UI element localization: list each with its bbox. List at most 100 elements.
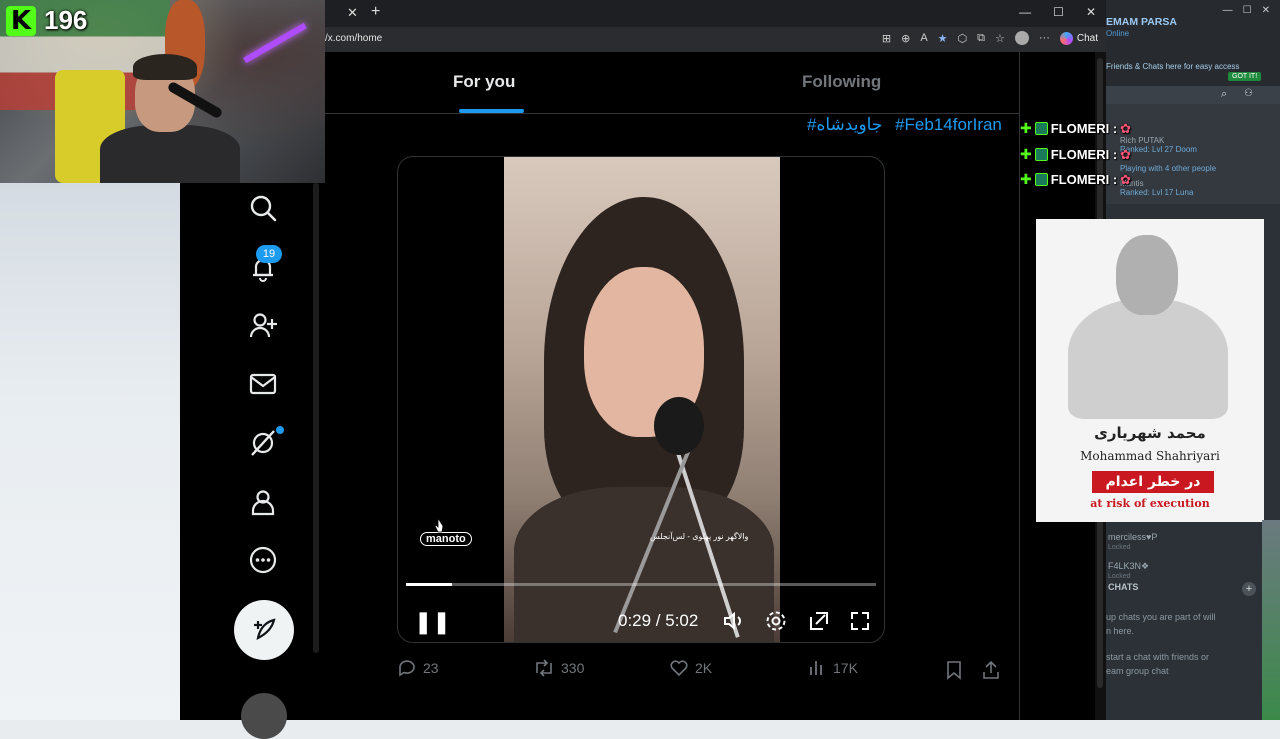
chat-message: ✚ FLOMERI : ✿ (1020, 120, 1131, 137)
kick-viewer-badge: K 196 (6, 5, 87, 36)
copilot-icon (1059, 31, 1073, 45)
view-count: 17K (833, 660, 858, 676)
repost-icon (536, 659, 552, 677)
read-aloud-icon[interactable]: A (920, 32, 927, 44)
profile-icon[interactable] (1014, 31, 1029, 45)
tab-close-icon[interactable]: ✕ (347, 5, 358, 21)
bookmark-icon[interactable] (945, 660, 963, 680)
x-page: For you Following #جاویدشاه #Feb14forIra… (325, 52, 1106, 720)
url-field[interactable]: /x.com/home (325, 33, 382, 44)
video-caption: والاگهر نور پهلوی - لس‌آنجلس (650, 532, 749, 541)
chats-text-line: eam group chat (1106, 666, 1169, 676)
steam-status: Online (1106, 29, 1130, 38)
reply-icon (399, 660, 415, 677)
friend-status: Locked (1108, 544, 1131, 551)
friend-search-icon[interactable]: ⌕ (1221, 88, 1227, 101)
execution-awareness-card: محمد شهریاری Mohammad Shahriyari در خطر … (1036, 219, 1264, 522)
mouse-cursor-icon (434, 517, 444, 533)
more-ellipsis-icon[interactable] (248, 545, 278, 575)
follow-person-icon[interactable] (248, 310, 278, 340)
favorites-icon[interactable]: ☆ (995, 32, 1005, 45)
video-time: 0:29 / 5:02 (618, 611, 699, 630)
manoto-watermark: manoto (420, 532, 472, 546)
friend-item[interactable]: Rich PUTAK Ranked: Lvl 27 Doom (1120, 136, 1197, 154)
portrait-name-en: Mohammad Shahriyari (1080, 449, 1220, 463)
split-screen-icon[interactable]: ⧉ (977, 32, 985, 45)
messages-envelope-icon[interactable] (248, 369, 278, 399)
chats-text-line: n here. (1106, 626, 1135, 636)
sub-plus-icon: ✚ (1020, 120, 1032, 136)
share-icon[interactable] (981, 660, 1001, 680)
friend-list: Rich PUTAK Ranked: Lvl 27 Doom Playing w… (1106, 104, 1280, 204)
heart-icon (670, 660, 688, 677)
compose-post-button[interactable] (234, 600, 294, 660)
steam-close-icon[interactable]: ✕ (1262, 5, 1270, 16)
risk-label-en: at risk of execution (1090, 497, 1210, 510)
compose-feather-icon (254, 618, 276, 640)
friend-name[interactable]: merciless♥P (1108, 532, 1157, 542)
like-count: 2K (695, 660, 713, 676)
new-tab-icon[interactable]: + (371, 3, 380, 21)
browser-window: ✕ + — ☐ ✕ /x.com/home ⊞ ⊕ A ★ ⬡ ⧉ ☆ ··· … (325, 0, 1106, 720)
friend-name[interactable]: F4LK3N❖ (1108, 561, 1149, 572)
post-hashtags: #جاویدشاه #Feb14forIran (799, 115, 1002, 135)
close-window-icon[interactable]: ✕ (1086, 5, 1096, 19)
steam-username[interactable]: EMAM PARSA (1106, 16, 1177, 28)
flower-emote-icon: ✿ (1120, 146, 1132, 162)
search-icon[interactable] (248, 193, 278, 223)
got-it-button[interactable]: GOT IT! (1228, 72, 1262, 81)
app-available-icon[interactable]: ⊞ (882, 32, 891, 45)
reply-count: 23 (423, 660, 439, 676)
add-friend-icon[interactable]: ⚇ (1244, 88, 1253, 99)
favorite-star-icon[interactable]: ★ (938, 32, 948, 45)
reply-button[interactable]: 23 (397, 658, 439, 678)
steam-window-controls: — ☐ ✕ (1223, 5, 1270, 16)
friend-status: Locked (1108, 573, 1131, 580)
chats-text-line: up chats you are part of will (1106, 612, 1216, 622)
risk-label-fa: در خطر اعدام (1092, 471, 1214, 493)
friend-status: Ranked: Lvl 17 Luna (1120, 188, 1194, 197)
volume-icon[interactable] (722, 609, 746, 633)
friend-status: Ranked: Lvl 27 Doom (1120, 145, 1197, 154)
steam-maximize-icon[interactable]: ☐ (1243, 5, 1252, 16)
account-avatar[interactable] (241, 693, 287, 739)
friend-search-bar: ⌕ ⚇ (1106, 86, 1280, 104)
tab-following[interactable]: Following (802, 72, 881, 92)
fullscreen-icon[interactable] (848, 609, 872, 633)
maximize-icon[interactable]: ☐ (1053, 5, 1064, 19)
profile-person-icon[interactable] (248, 487, 278, 517)
grok-icon[interactable] (248, 428, 278, 458)
settings-menu-icon[interactable]: ··· (1039, 32, 1050, 44)
hashtag-feb14foriran[interactable]: #Feb14forIran (895, 115, 1002, 134)
like-button[interactable]: 2K (669, 658, 712, 678)
video-progress-track[interactable] (406, 583, 876, 586)
zoom-icon[interactable]: ⊕ (901, 32, 910, 45)
pause-icon[interactable]: ❚❚ (414, 609, 451, 635)
minimize-icon[interactable]: — (1019, 5, 1031, 19)
x-sidebar: 19 (180, 183, 325, 739)
steam-tip: Friends & Chats here for easy access (1106, 62, 1240, 71)
streamer-shirt (100, 125, 240, 183)
tab-for-you[interactable]: For you (453, 72, 515, 92)
steam-minimize-icon[interactable]: — (1223, 5, 1233, 16)
tab-bar: ✕ + — ☐ ✕ (325, 0, 1106, 27)
hashtag-javidshah[interactable]: #جاویدشاه (807, 115, 882, 134)
picture-in-picture-icon[interactable] (807, 609, 831, 633)
friend-status: Playing with 4 other people (1120, 164, 1217, 173)
copilot-chat-button[interactable]: Chat (1059, 31, 1098, 45)
extensions-icon[interactable]: ⬡ (958, 32, 968, 45)
views-button[interactable]: 17K (807, 658, 858, 678)
notifications-badge: 19 (256, 245, 282, 263)
sidebar-scrollbar[interactable] (313, 183, 319, 653)
video-player[interactable]: manoto والاگهر نور پهلوی - لس‌آنجلس ❚❚ 0… (397, 156, 885, 643)
user-badge-icon (1034, 122, 1048, 135)
chat-username: FLOMERI : (1050, 172, 1118, 187)
repost-button[interactable]: 330 (533, 658, 584, 678)
add-chat-icon[interactable]: + (1242, 582, 1256, 596)
chat-username: FLOMERI : (1050, 121, 1118, 136)
user-badge-icon (1034, 148, 1048, 161)
flower-emote-icon: ✿ (1120, 171, 1132, 187)
chat-message: ✚ FLOMERI : ✿ (1020, 171, 1131, 188)
settings-gear-icon[interactable] (764, 609, 788, 633)
friend-item[interactable]: Playing with 4 other people (1120, 164, 1216, 173)
